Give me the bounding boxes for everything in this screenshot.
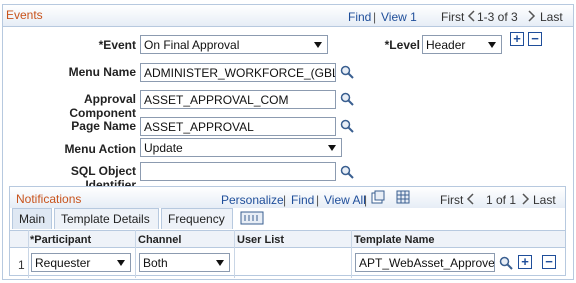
- participant-select[interactable]: Requester: [31, 253, 131, 272]
- column-divider: [351, 230, 352, 278]
- column-header-user-list[interactable]: User List: [237, 234, 284, 246]
- notifications-range-text: 1 of 1: [486, 193, 517, 207]
- chevron-down-icon: [488, 42, 496, 48]
- search-icon[interactable]: [340, 92, 354, 109]
- download-grid-icon[interactable]: [396, 190, 410, 207]
- events-last-link[interactable]: Last: [540, 10, 563, 24]
- show-all-columns-icon[interactable]: [240, 211, 264, 228]
- add-row-icon[interactable]: +: [510, 32, 524, 46]
- approval-component-input[interactable]: ASSET_APPROVAL_COM: [140, 90, 336, 109]
- remove-row-icon[interactable]: −: [542, 255, 556, 269]
- zoom-icon[interactable]: [371, 190, 385, 207]
- personalize-link[interactable]: Personalize: [221, 193, 284, 207]
- chevron-down-icon: [328, 145, 336, 151]
- view-all-link[interactable]: View All: [324, 193, 366, 207]
- column-header-channel[interactable]: Channel: [138, 234, 181, 246]
- menu-action-select-value: Update: [144, 141, 183, 155]
- events-nav-separator: |: [373, 10, 377, 24]
- level-label: *Level: [384, 38, 420, 52]
- page-name-label: Page Name: [71, 119, 136, 133]
- events-first-link[interactable]: First: [441, 10, 464, 24]
- chevron-down-icon: [117, 260, 125, 266]
- sql-object-identifier-input[interactable]: [140, 162, 336, 181]
- notifications-nav-separator: |: [364, 193, 368, 207]
- search-icon[interactable]: [340, 119, 354, 136]
- notifications-nav-separator: |: [283, 193, 287, 207]
- level-select-value: Header: [426, 38, 466, 52]
- event-label: *Event: [98, 38, 136, 52]
- participant-select-value: Requester: [35, 256, 91, 270]
- grid-header-row: [10, 230, 565, 248]
- events-range-text: 1-3 of 3: [477, 10, 518, 24]
- events-find-link[interactable]: Find: [348, 10, 371, 24]
- tab-main[interactable]: Main: [12, 208, 52, 229]
- notifications-find-link[interactable]: Find: [291, 193, 314, 207]
- add-row-icon[interactable]: +: [518, 255, 532, 269]
- approval-component-label: Approval Component: [69, 92, 136, 120]
- event-select[interactable]: On Final Approval: [140, 35, 328, 54]
- menu-name-label: Menu Name: [68, 65, 136, 79]
- menu-name-input[interactable]: ADMINISTER_WORKFORCE_(GBL): [140, 63, 336, 82]
- search-icon[interactable]: [340, 65, 354, 82]
- notifications-nav-separator: |: [316, 193, 320, 207]
- events-first-icon[interactable]: [467, 10, 475, 25]
- menu-action-select[interactable]: Update: [140, 138, 342, 157]
- search-icon[interactable]: [499, 256, 513, 273]
- menu-action-label: Menu Action: [64, 142, 136, 156]
- notifications-last-link[interactable]: Last: [533, 193, 556, 207]
- events-next-icon[interactable]: [528, 10, 536, 25]
- channel-select-value: Both: [143, 256, 168, 270]
- row-number: 1: [18, 258, 25, 272]
- remove-row-icon[interactable]: −: [528, 32, 542, 46]
- level-select[interactable]: Header: [422, 35, 502, 54]
- column-header-participant[interactable]: *Participant: [30, 234, 91, 246]
- tab-template-details[interactable]: Template Details: [54, 208, 159, 229]
- notifications-header-bar: [10, 187, 565, 208]
- notifications-first-link[interactable]: First: [440, 193, 463, 207]
- events-view-link[interactable]: View 1: [381, 10, 417, 24]
- column-divider: [28, 230, 29, 278]
- tab-frequency[interactable]: Frequency: [161, 208, 233, 229]
- template-name-input[interactable]: APT_WebAsset_Approved: [355, 253, 495, 272]
- page-name-input[interactable]: ASSET_APPROVAL: [140, 117, 336, 136]
- column-header-template-name[interactable]: Template Name: [354, 234, 435, 246]
- channel-select[interactable]: Both: [139, 253, 230, 272]
- notifications-first-icon[interactable]: [466, 193, 474, 208]
- notifications-next-icon[interactable]: [522, 193, 530, 208]
- events-title: Events: [6, 8, 43, 22]
- notifications-title: Notifications: [16, 192, 82, 206]
- chevron-down-icon: [314, 42, 322, 48]
- chevron-down-icon: [216, 260, 224, 266]
- column-divider: [135, 230, 136, 278]
- column-divider: [234, 230, 235, 278]
- search-icon[interactable]: [340, 165, 354, 182]
- event-select-value: On Final Approval: [144, 38, 240, 52]
